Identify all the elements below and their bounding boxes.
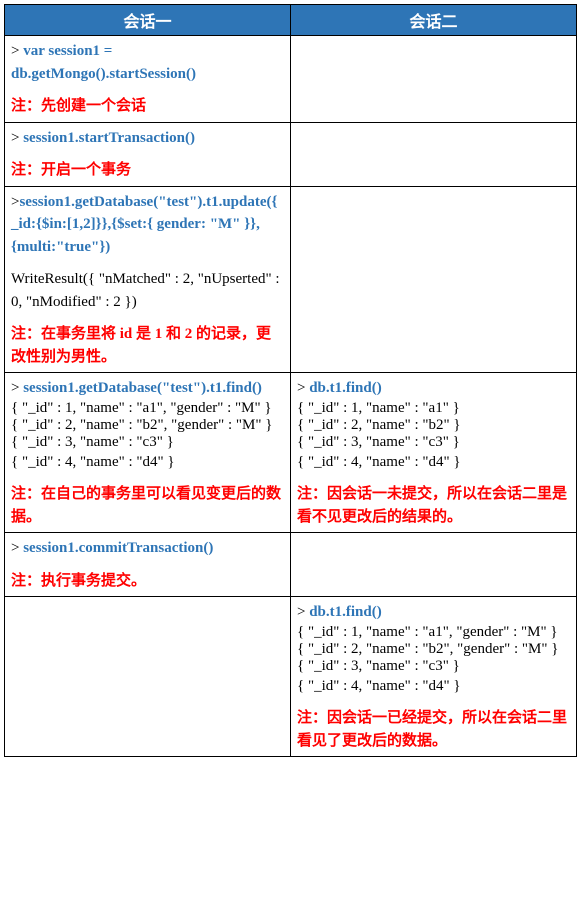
cell-s2: [291, 533, 577, 597]
note-text: 注：在自己的事务里可以看见变更后的数据。: [11, 483, 284, 528]
session-comparison-table: 会话一 会话二 > var session1 = db.getMongo().s…: [4, 4, 577, 757]
command-text: var session1 = db.getMongo().startSessio…: [11, 43, 196, 82]
command-text: db.t1.find(): [309, 604, 382, 620]
result-line: { "_id" : 4, "name" : "d4" }: [297, 451, 570, 474]
result-line: { "_id" : 2, "name" : "b2", "gender" : "…: [297, 641, 570, 658]
result-line: { "_id" : 3, "name" : "c3" }: [11, 434, 284, 451]
cell-s2: > db.t1.find() { "_id" : 1, "name" : "a1…: [291, 373, 577, 533]
cell-s2: [291, 186, 577, 373]
note-text: 注：因会话一已经提交，所以在会话二里看见了更改后的数据。: [297, 707, 570, 752]
cell-s2: [291, 122, 577, 186]
note-text: 注：先创建一个会话: [11, 95, 284, 118]
result-line: { "_id" : 2, "name" : "b2", "gender" : "…: [11, 417, 284, 434]
table-row: > db.t1.find() { "_id" : 1, "name" : "a1…: [5, 597, 577, 757]
note-text: 注：执行事务提交。: [11, 570, 284, 593]
cell-s2: > db.t1.find() { "_id" : 1, "name" : "a1…: [291, 597, 577, 757]
note-text: 注：在事务里将 id 是 1 和 2 的记录，更改性别为男性。: [11, 323, 284, 368]
result-line: { "_id" : 2, "name" : "b2" }: [297, 417, 570, 434]
command-text: session1.commitTransaction(): [23, 540, 213, 556]
result-line: { "_id" : 3, "name" : "c3" }: [297, 434, 570, 451]
cell-s1: [5, 597, 291, 757]
result-line: { "_id" : 4, "name" : "d4" }: [297, 675, 570, 698]
table-row: > session1.commitTransaction() 注：执行事务提交。: [5, 533, 577, 597]
table-row: >session1.getDatabase("test").t1.update(…: [5, 186, 577, 373]
result-line: { "_id" : 1, "name" : "a1" }: [297, 400, 570, 417]
result-line: { "_id" : 3, "name" : "c3" }: [297, 658, 570, 675]
table-row: > var session1 = db.getMongo().startSess…: [5, 36, 577, 123]
cell-s1: > session1.getDatabase("test").t1.find()…: [5, 373, 291, 533]
note-text: 注：开启一个事务: [11, 159, 284, 182]
command-text: session1.getDatabase("test").t1.find(): [23, 380, 262, 396]
cell-s2: [291, 36, 577, 123]
cell-s1: > var session1 = db.getMongo().startSess…: [5, 36, 291, 123]
command-text: session1.getDatabase("test").t1.update({…: [11, 194, 277, 255]
table-row: > session1.getDatabase("test").t1.find()…: [5, 373, 577, 533]
command-text: session1.startTransaction(): [23, 130, 195, 146]
command-text: db.t1.find(): [309, 380, 382, 396]
col-header-session2: 会话二: [291, 5, 577, 36]
result-line: { "_id" : 1, "name" : "a1", "gender" : "…: [297, 624, 570, 641]
result-line: { "_id" : 4, "name" : "d4" }: [11, 451, 284, 474]
note-text: 注：因会话一未提交，所以在会话二里是看不见更改后的结果的。: [297, 483, 570, 528]
cell-s1: > session1.commitTransaction() 注：执行事务提交。: [5, 533, 291, 597]
cell-s1: >session1.getDatabase("test").t1.update(…: [5, 186, 291, 373]
output-text: WriteResult({ "nMatched" : 2, "nUpserted…: [11, 268, 284, 313]
col-header-session1: 会话一: [5, 5, 291, 36]
result-line: { "_id" : 1, "name" : "a1", "gender" : "…: [11, 400, 284, 417]
cell-s1: > session1.startTransaction() 注：开启一个事务: [5, 122, 291, 186]
table-row: > session1.startTransaction() 注：开启一个事务: [5, 122, 577, 186]
